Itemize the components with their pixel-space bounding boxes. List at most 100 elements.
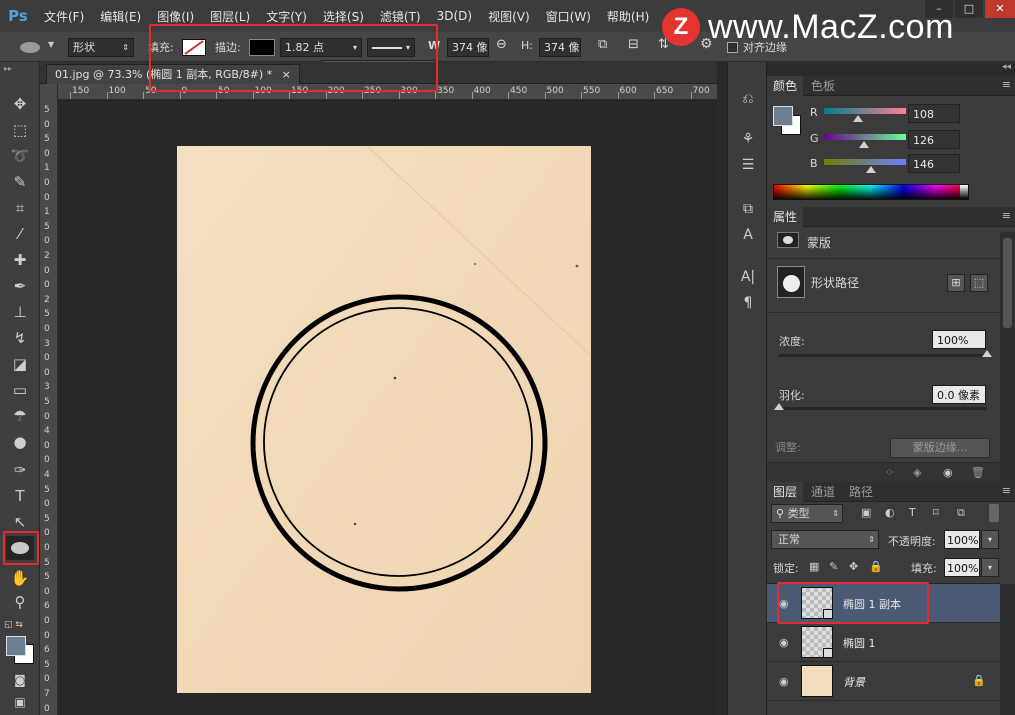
g-channel-slider[interactable] [824,134,906,140]
eyedropper-tool-icon[interactable]: ⁄ [6,222,34,246]
clone-source-icon[interactable]: ⧉ [736,198,760,220]
menu-layer[interactable]: 图层(L) [202,8,258,25]
width-input[interactable]: 374 像 [447,38,489,57]
g-channel-input[interactable]: 126 [908,130,960,149]
tab-layers[interactable]: 图层 [767,482,804,502]
zoom-tool-icon[interactable]: ⚲ [6,590,34,614]
blur-tool-icon[interactable]: ☂ [6,404,34,428]
menu-help[interactable]: 帮助(H) [599,8,657,25]
eye-icon[interactable]: ◉ [779,636,789,649]
color-foreground-swatch[interactable] [773,106,793,126]
menu-window[interactable]: 窗口(W) [538,8,599,25]
menu-file[interactable]: 文件(F) [36,8,92,25]
ellipse-tool-icon[interactable] [6,536,34,560]
filter-type-icon[interactable]: T [909,506,916,519]
history-brush-tool-icon[interactable]: ↯ [6,326,34,350]
menu-view[interactable]: 视图(V) [480,8,538,25]
gradient-tool-icon[interactable]: ▭ [6,378,34,402]
panel-menu-icon[interactable]: ≡ [1002,484,1011,497]
close-window-icon[interactable]: ✕ [985,0,1015,18]
close-tab-icon[interactable]: × [282,68,291,81]
lock-transparent-icon[interactable]: ▦ [809,560,819,573]
density-input[interactable]: 100% [932,330,986,349]
feather-slider-track[interactable] [779,407,987,410]
layer-filter-select[interactable]: ⚲ 类型 ⇕ [771,504,843,523]
menu-filter[interactable]: 滤镜(T) [372,8,429,25]
tool-preset-picker[interactable]: ▼ [8,37,56,57]
character-icon[interactable]: A [736,224,760,246]
clone-stamp-tool-icon[interactable]: ⊥ [6,300,34,324]
adjustments-icon[interactable]: ☰ [736,154,760,176]
dodge-tool-icon[interactable]: ● [6,430,34,454]
menu-select[interactable]: 选择(S) [315,8,372,25]
tab-color[interactable]: 颜色 [767,76,804,96]
menu-edit[interactable]: 编辑(E) [92,8,149,25]
color-spectrum-bar[interactable] [773,184,969,200]
layer-name[interactable]: 背景 [843,674,865,690]
eye-icon[interactable]: ◉ [779,675,789,688]
quick-mask-icon[interactable]: ◙ [6,668,34,692]
canvas-scrollbar[interactable] [717,62,727,715]
document-tab[interactable]: 01.jpg @ 73.3% (椭圆 1 副本, RGB/8#) * × [46,64,300,84]
menu-image[interactable]: 图像(I) [149,8,202,25]
lasso-tool-icon[interactable]: ➰ [6,144,34,168]
brush-presets-icon[interactable]: ⚘ [736,128,760,150]
stroke-swatch[interactable] [249,39,275,56]
path-alignment-icon[interactable]: ⊟ [628,37,639,52]
maximize-icon[interactable]: □ [955,0,983,18]
history-icon[interactable]: ⎌ [736,88,760,110]
trash-icon[interactable]: 🗑 [971,466,985,479]
menu-3d[interactable]: 3D(D) [429,9,480,23]
eraser-tool-icon[interactable]: ◪ [6,352,34,376]
filter-shape-icon[interactable]: ⌑ [933,506,939,519]
stroke-type-select[interactable]: ▾ [367,38,415,57]
panel-menu-icon[interactable]: ≡ [1002,209,1011,222]
pen-tool-icon[interactable]: ✑ [6,458,34,482]
b-channel-slider[interactable] [824,159,906,165]
layer-row-ellipse-copy[interactable]: ◉ 椭圆 1 副本 [767,584,1000,623]
foreground-color-swatch[interactable] [6,636,26,656]
height-input[interactable]: 374 像 [539,38,581,57]
add-vector-mask-icon[interactable]: ⬚ [970,274,988,292]
character-panel-icon[interactable]: A| [736,266,760,288]
menu-type[interactable]: 文字(Y) [258,8,315,25]
visibility-icon[interactable]: ◉ [943,466,953,479]
stroke-width-input[interactable]: 1.82 点 ▾ [280,38,362,57]
brush-tool-icon[interactable]: ✒ [6,274,34,298]
apply-mask-icon[interactable]: ◈ [913,466,921,479]
screen-mode-icon[interactable]: ▣ [6,690,34,714]
b-channel-input[interactable]: 146 [908,154,960,173]
hand-tool-icon[interactable]: ✋ [6,566,34,590]
feather-input[interactable]: 0.0 像素 [932,385,986,404]
layer-row-ellipse[interactable]: ◉ 椭圆 1 [767,623,1000,662]
density-slider-track[interactable] [779,354,987,357]
opacity-dropdown-icon[interactable]: ▾ [981,530,999,549]
filter-smart-object-icon[interactable]: ⧉ [957,506,965,520]
layer-row-background[interactable]: ◉ 背景 🔒 [767,662,1000,701]
link-icon[interactable]: ⊖ [496,37,507,52]
quick-select-tool-icon[interactable]: ✎ [6,170,34,194]
tab-channels[interactable]: 通道 [805,482,841,502]
lock-pixels-icon[interactable]: ✎ [829,560,838,573]
panel-menu-icon[interactable]: ≡ [1002,78,1011,91]
crop-tool-icon[interactable]: ⌗ [6,196,34,220]
eye-icon[interactable]: ◉ [779,597,789,610]
opacity-input[interactable]: 100% [944,530,980,549]
layers-scrollbar[interactable] [1000,584,1015,715]
path-operations-icon[interactable]: ⧉ [598,37,607,52]
marquee-tool-icon[interactable]: ⬚ [6,118,34,142]
blend-mode-select[interactable]: 正常 ⇕ [771,530,879,549]
b-channel-thumb[interactable] [865,166,876,173]
lock-position-icon[interactable]: ✥ [849,560,858,573]
shape-mode-select[interactable]: 形状 ⇕ [68,38,134,57]
move-tool-icon[interactable]: ✥ [6,92,34,116]
add-pixel-mask-icon[interactable]: ⊞ [947,274,965,292]
g-channel-thumb[interactable] [859,141,870,148]
filter-pixel-icon[interactable]: ▣ [861,506,871,519]
default-colors-icon[interactable]: ◱ ⇆ [4,620,23,630]
r-channel-thumb[interactable] [853,115,864,122]
healing-brush-tool-icon[interactable]: ✚ [6,248,34,272]
properties-scrollbar[interactable] [1000,232,1015,482]
load-selection-icon[interactable]: ⁘ [885,466,894,479]
tab-properties[interactable]: 属性 [767,207,804,227]
